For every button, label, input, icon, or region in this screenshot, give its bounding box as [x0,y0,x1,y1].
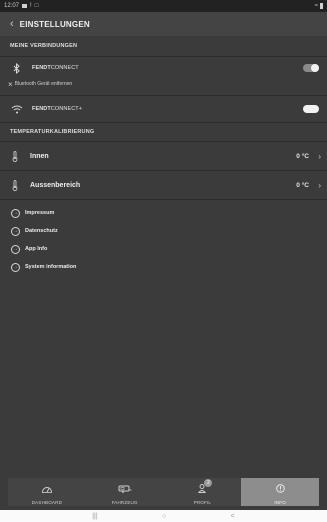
connection-name: FENDTCONNECT [32,65,79,71]
speedometer-icon [41,480,53,498]
system-back-button[interactable]: < [231,513,235,520]
temperature-label: Innen [30,152,49,160]
link-system-information[interactable]: → System information [0,258,327,276]
link-label: Impressum [25,210,55,216]
nav-dashboard[interactable]: DASHBOARD [8,478,86,506]
nav-label: DASHBOARD [31,499,63,505]
home-button[interactable]: ○ [162,513,166,520]
connection-name: FENDTCONNECT+ [32,106,83,112]
section-title-temperature: TEMPERATURKALIBRIERUNG [10,129,95,135]
temperature-row-innen[interactable]: Innen 0 °C › [0,142,327,170]
battery-icon [320,3,323,9]
temperature-value: 0 °C [296,181,309,189]
connection-toggle-fendtconnect-plus[interactable] [303,105,319,113]
temperature-row-aussenbereich[interactable]: Aussenbereich 0 °C › [0,171,327,199]
thermometer-icon [10,179,20,191]
header: ‹ EINSTELLUNGEN [0,12,327,36]
arrow-right-circle-icon: → [11,226,20,236]
chevron-right-icon: › [318,180,321,190]
bottom-navigation: DASHBOARD FAHRZEUG 2 PROFIL INFO [8,478,319,506]
recents-button[interactable]: ||| [92,513,97,520]
bluetooth-remove-button[interactable]: × Bluetooth Gerät entfernen [0,79,327,89]
status-time: 12:07 [4,3,20,9]
nav-label: PROFIL [193,499,212,505]
link-label: App Info [25,246,48,252]
status-bar: 12:07 ! □ ≈ [0,0,327,12]
system-navigation-bar: ||| ○ < [0,510,327,522]
temperature-value: 0 °C [296,152,309,160]
nav-info[interactable]: INFO [241,478,319,506]
info-icon [275,480,285,498]
nav-fahrzeug[interactable]: FAHRZEUG [86,478,164,506]
arrow-right-circle-icon: → [11,244,20,254]
link-impressum[interactable]: → Impressum [0,204,327,222]
lock-icon: □ [34,3,39,9]
connection-toggle-fendtconnect[interactable] [303,64,319,72]
nav-label: FAHRZEUG [111,499,138,505]
link-label: Datenschutz [25,228,58,234]
bluetooth-remove-label: Bluetooth Gerät entfernen [14,81,73,87]
caravan-icon [118,480,132,498]
connection-row-fendtconnect: FENDTCONNECT [0,57,327,79]
notification-icon [22,4,28,8]
page-title: EINSTELLUNGEN [19,19,90,29]
thermometer-icon [10,150,20,162]
bluetooth-icon [10,61,24,75]
nav-profil[interactable]: 2 PROFIL [164,478,242,506]
profile-badge: 2 [204,479,213,487]
connection-row-fendtconnect-plus: FENDTCONNECT+ [0,96,327,122]
download-icon: ! [30,3,32,9]
chevron-right-icon: › [318,151,321,161]
link-datenschutz[interactable]: → Datenschutz [0,222,327,240]
temperature-label: Aussenbereich [30,181,81,189]
link-app-info[interactable]: → App Info [0,240,327,258]
link-label: System information [25,264,77,270]
back-button[interactable]: ‹ [10,18,14,30]
arrow-right-circle-icon: → [11,262,20,272]
nav-label: INFO [274,499,286,505]
close-icon: × [8,79,13,89]
arrow-right-circle-icon: → [11,208,20,218]
wifi-icon [10,102,24,116]
signal-icon: ≈ [314,3,318,9]
section-title-connections: MEINE VERBINDUNGEN [10,43,78,49]
settings-screen: 12:07 ! □ ≈ ‹ EINSTELLUNGEN MEINE VERBIN… [0,0,327,522]
